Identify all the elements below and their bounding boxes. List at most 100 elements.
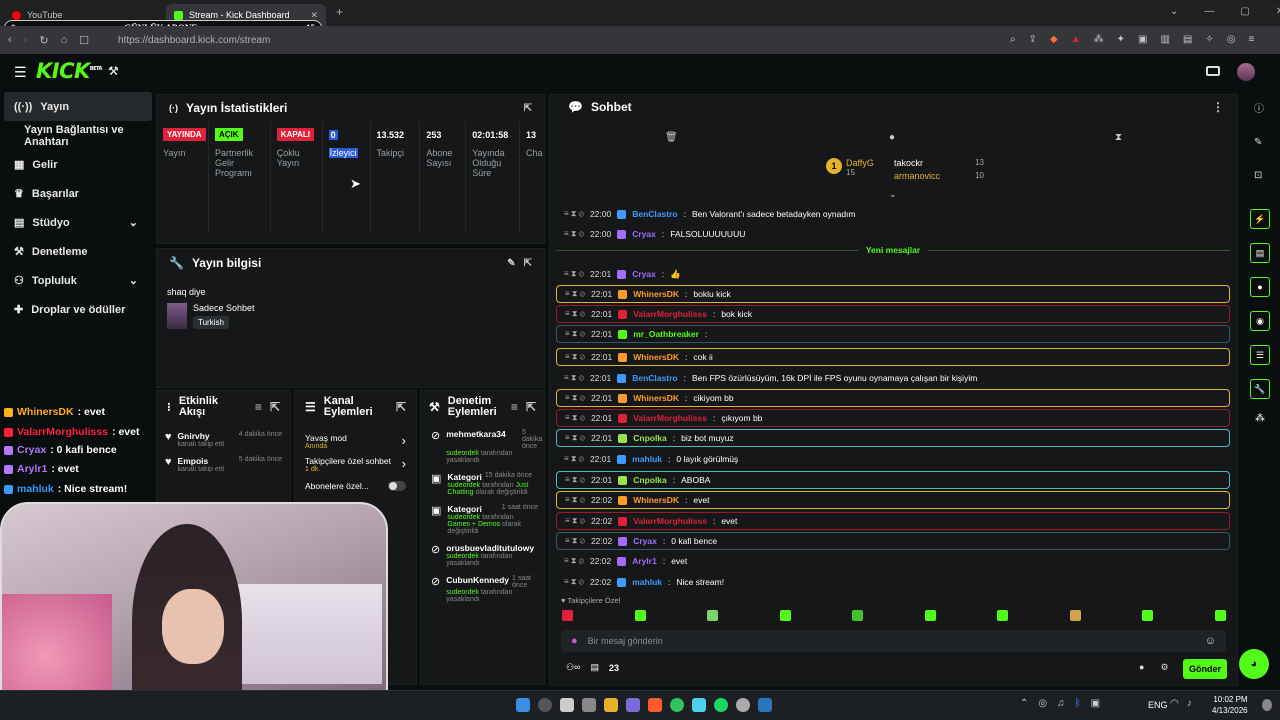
hourglass-icon[interactable]: ⧗: [1115, 132, 1122, 143]
avatar[interactable]: [1237, 63, 1255, 81]
message-user[interactable]: Cryax: [632, 229, 656, 239]
sidebar-item-denetleme[interactable]: ⚒ Denetleme: [0, 237, 152, 266]
message-user[interactable]: ValarrMorghulisss: [633, 516, 707, 526]
gear-icon[interactable]: ⚙: [1160, 662, 1168, 673]
brave-icon[interactable]: [648, 698, 662, 712]
pencil-icon[interactable]: ✎: [1254, 137, 1264, 148]
chevron-down-icon[interactable]: ⌄: [1170, 6, 1178, 17]
sidebar-item-studyo[interactable]: ▤ Stüdyo ⌄: [0, 208, 152, 237]
message-user[interactable]: Cnpolka: [633, 433, 667, 443]
home-icon[interactable]: ⌂: [61, 34, 68, 47]
sidebar-item-gelir[interactable]: ▦ Gelir: [0, 150, 152, 179]
sidebar-item-topluluk[interactable]: ⚇ Topluluk ⌄: [0, 266, 152, 295]
message-actions-icon[interactable]: ≡ ⧗ ⊘: [564, 454, 584, 464]
discord-icon[interactable]: [626, 698, 640, 712]
chat-message[interactable]: ≡ ⧗ ⊘ 22:02 Arylr1: evet: [556, 552, 1230, 570]
chat-message[interactable]: ≡ ⧗ ⊘ 22:01 WhinersDK: boklu kick: [556, 285, 1230, 303]
users-icon[interactable]: ⚇∞: [566, 662, 580, 673]
chevron-up-icon[interactable]: ⌃: [1020, 698, 1028, 709]
chat-message[interactable]: ≡ ⧗ ⊘ 22:01 mr_Oathbreaker:: [556, 325, 1230, 343]
emote-icon[interactable]: [1142, 610, 1154, 621]
message-user[interactable]: Cryax: [633, 536, 657, 546]
chat-message[interactable]: ≡ ⧗ ⊘ 22:02 ValarrMorghulisss: evet: [556, 512, 1230, 530]
close-icon[interactable]: ✕: [1276, 6, 1280, 17]
toggle-switch[interactable]: [388, 481, 406, 491]
message-user[interactable]: ValarrMorghulisss: [633, 309, 707, 319]
chat-message[interactable]: ≡ ⧗ ⊘ 22:01 ValarrMorghulisss: bok kick: [556, 305, 1230, 323]
chat-message[interactable]: ≡ ⧗ ⊘ 22:01 Cryax: 👍: [556, 265, 1230, 283]
message-actions-icon[interactable]: ≡ ⧗ ⊘: [564, 556, 584, 566]
edit-icon[interactable]: ✎: [507, 258, 515, 269]
window-controls[interactable]: ⌄ — ▢ ✕: [1170, 6, 1280, 17]
sidebar-item-stream-key[interactable]: Yayın Bağlantısı ve Anahtarı: [0, 121, 152, 150]
message-actions-icon[interactable]: ≡ ⧗ ⊘: [565, 289, 585, 299]
chat-message[interactable]: ≡ ⧗ ⊘ 22:01 ValarrMorghulisss: çıkıyom bb: [556, 409, 1230, 427]
start-icon[interactable]: [516, 698, 530, 712]
filter-icon[interactable]: ≡: [255, 400, 262, 414]
message-actions-icon[interactable]: ≡ ⧗ ⊘: [565, 309, 585, 319]
popout-icon[interactable]: ⇱: [524, 258, 532, 269]
message-user[interactable]: Cnpolka: [633, 475, 667, 485]
obs-icon[interactable]: [736, 698, 750, 712]
lightning-icon[interactable]: ⚡: [1250, 209, 1270, 229]
more-icon[interactable]: ⋮: [1212, 100, 1224, 114]
focus-icon[interactable]: ⊡: [1254, 170, 1264, 181]
emote-icon[interactable]: [1069, 610, 1081, 621]
sidebar-icon[interactable]: ▥: [1160, 34, 1169, 45]
language-indicator[interactable]: ENG: [1148, 700, 1168, 710]
emote-icon[interactable]: [1214, 610, 1226, 621]
whatsapp-icon[interactable]: [670, 698, 684, 712]
message-actions-icon[interactable]: ≡ ⧗ ⊘: [564, 229, 584, 239]
chat-bubble-icon[interactable]: ●: [1139, 662, 1144, 673]
emote-icon[interactable]: [779, 610, 791, 621]
maximize-icon[interactable]: ▢: [1240, 6, 1249, 17]
info-icon[interactable]: ⓘ: [1254, 100, 1264, 115]
headphones-icon[interactable]: ♫: [1057, 698, 1065, 709]
message-actions-icon[interactable]: ≡ ⧗ ⊘: [565, 495, 585, 505]
popout-icon[interactable]: ⇱: [526, 400, 536, 414]
popout-icon[interactable]: ⇱: [396, 400, 406, 414]
emote-icon[interactable]: [634, 610, 646, 621]
steam-icon[interactable]: [758, 698, 772, 712]
chat-message[interactable]: ≡ ⧗ ⊘ 22:00 BenClastro: Ben Valorant'ı sade…: [556, 205, 1230, 223]
vpn-icon[interactable]: ◎: [1227, 34, 1236, 45]
notification-icon[interactable]: [1262, 699, 1272, 711]
message-user[interactable]: BenClastro: [632, 373, 677, 383]
chat-bubble-icon[interactable]: ●: [889, 132, 895, 143]
hammer-icon[interactable]: ⚒: [108, 64, 119, 78]
message-actions-icon[interactable]: ≡ ⧗ ⊘: [565, 413, 585, 423]
chat-message[interactable]: ≡ ⧗ ⊘ 22:01 WhinersDK: cok ii: [556, 348, 1230, 366]
message-actions-icon[interactable]: ≡ ⧗ ⊘: [565, 475, 585, 485]
wrench-icon[interactable]: 🔧: [1250, 379, 1270, 399]
clock[interactable]: 10:02 PM 4/13/2026: [1212, 694, 1248, 716]
message-user[interactable]: WhinersDK: [633, 289, 679, 299]
zoom-icon[interactable]: ⌕: [1010, 34, 1016, 45]
message-actions-icon[interactable]: ≡ ⧗ ⊘: [565, 536, 585, 546]
forward-icon[interactable]: ›: [24, 34, 28, 47]
followers-only-action[interactable]: Takipçilere özel sohbet 1 dk. ›: [295, 450, 416, 473]
spotify-icon[interactable]: [714, 698, 728, 712]
message-user[interactable]: Cryax: [632, 269, 656, 279]
subs-only-action[interactable]: Abonelere özel...: [295, 473, 416, 491]
message-actions-icon[interactable]: ≡ ⧗ ⊘: [565, 393, 585, 403]
emote-icon[interactable]: [924, 610, 936, 621]
message-user[interactable]: WhinersDK: [633, 393, 679, 403]
message-user[interactable]: mahluk: [632, 454, 662, 464]
scroll-down-icon[interactable]: ⌄: [889, 189, 897, 200]
back-icon[interactable]: ‹: [8, 34, 12, 47]
chat-message[interactable]: ≡ ⧗ ⊘ 22:02 mahluk: Nice stream!: [556, 573, 1230, 591]
slow-mode-action[interactable]: Yavaş mod Anında ›: [295, 423, 416, 450]
send-button[interactable]: Gönder: [1183, 659, 1227, 679]
emoji-icon[interactable]: ☺: [1205, 635, 1216, 647]
search-icon[interactable]: [538, 698, 552, 712]
chat-message[interactable]: ≡ ⧗ ⊘ 22:01 Cnpolka: ABOBA: [556, 471, 1230, 489]
chat-icon[interactable]: ●: [1250, 277, 1270, 297]
popout-icon[interactable]: ⇱: [524, 103, 532, 114]
chat-message[interactable]: ≡ ⧗ ⊘ 22:02 Cryax:0 kafi bence: [556, 532, 1230, 550]
chat-message[interactable]: ≡ ⧗ ⊘ 22:01 Cnpolka: biz bot muyuz: [556, 429, 1230, 447]
close-icon[interactable]: ✕: [310, 10, 318, 21]
task-view-icon[interactable]: [560, 698, 574, 712]
message-user[interactable]: WhinersDK: [633, 352, 679, 362]
chat-message[interactable]: ≡ ⧗ ⊘ 22:01 mahluk:0 layık görülmüş: [556, 450, 1230, 468]
message-actions-icon[interactable]: ≡ ⧗ ⊘: [564, 209, 584, 219]
